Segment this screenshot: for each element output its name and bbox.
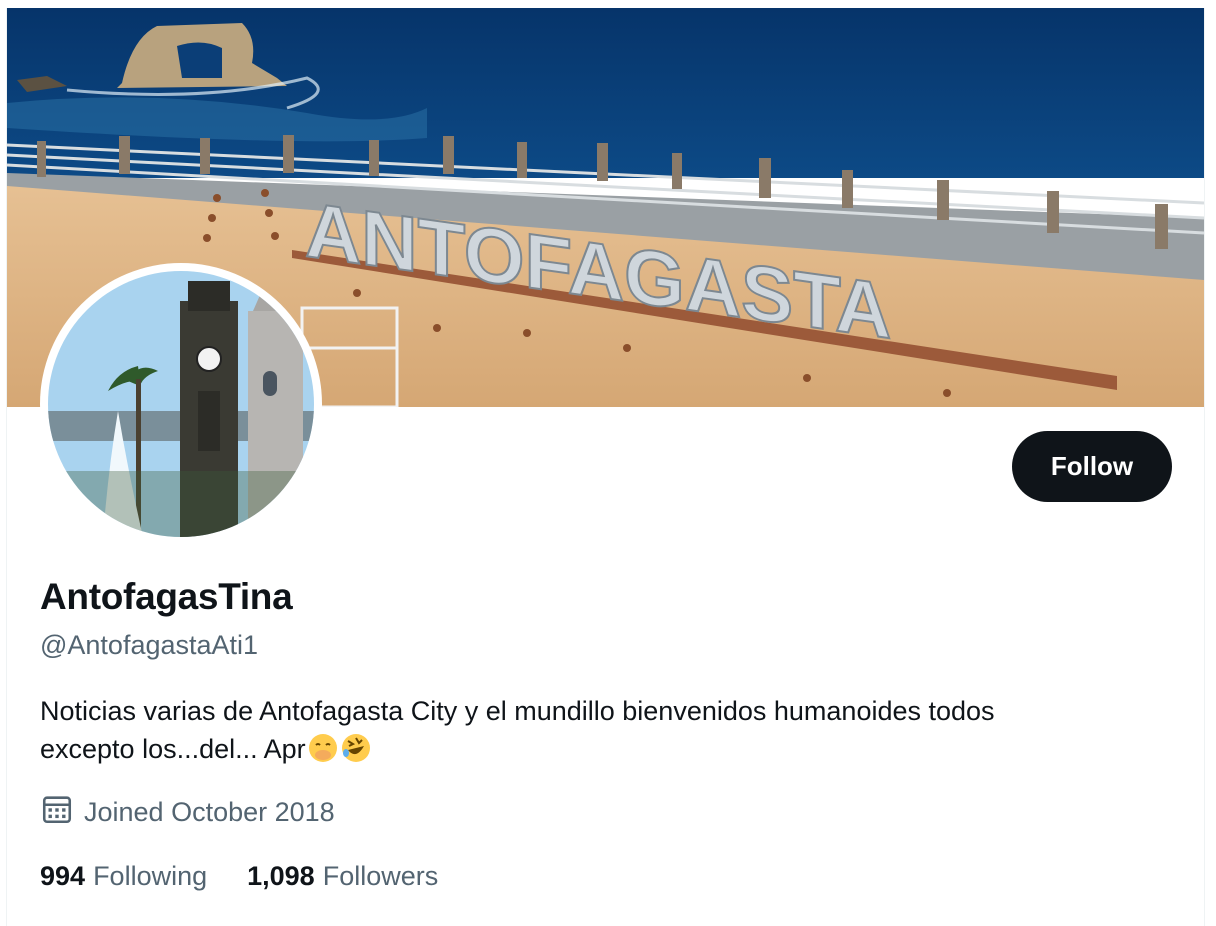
followers-label: Followers bbox=[322, 860, 439, 891]
display-name: AntofagasTina bbox=[40, 576, 293, 617]
rolling-on-floor-laughing-icon bbox=[340, 732, 372, 774]
followers-count: 1,098 bbox=[247, 860, 315, 891]
joined-date: Joined October 2018 bbox=[40, 794, 335, 830]
follow-stats: 994 Following 1,098 Followers bbox=[40, 858, 438, 894]
bio-text: excepto los...del... Apr bbox=[40, 734, 306, 764]
face-with-hand-over-mouth-icon bbox=[307, 732, 339, 774]
avatar[interactable] bbox=[40, 263, 322, 545]
following-label: Following bbox=[93, 860, 208, 891]
calendar-icon bbox=[40, 792, 74, 833]
avatar-photo bbox=[48, 271, 314, 537]
bio-line: excepto los...del... Apr bbox=[40, 730, 1160, 774]
following-link[interactable]: 994 Following bbox=[40, 861, 207, 892]
profile-card: ANTOFAGASTA Follow AntofagasTina @Antofa… bbox=[6, 8, 1205, 926]
following-count: 994 bbox=[40, 860, 86, 891]
follow-button[interactable]: Follow bbox=[1012, 431, 1172, 502]
bio-line: Noticias varias de Antofagasta City y el… bbox=[40, 696, 995, 726]
handle: @AntofagastaAti1 bbox=[40, 630, 259, 660]
bio: Noticias varias de Antofagasta City y el… bbox=[40, 692, 1160, 774]
joined-text: Joined October 2018 bbox=[84, 796, 335, 827]
followers-link[interactable]: 1,098 Followers bbox=[247, 861, 438, 892]
